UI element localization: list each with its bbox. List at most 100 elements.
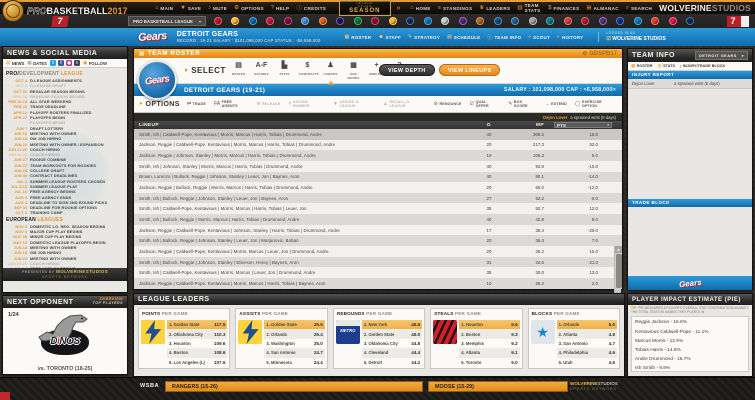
menu-item[interactable]: ?HELP (271, 4, 290, 12)
follow-button[interactable]: ▣FOLLOW (83, 60, 107, 66)
team-logo-icon[interactable] (686, 17, 694, 25)
calendar-event[interactable]: JUN 27ROOKIE COMBINE (6, 157, 124, 162)
pie-player[interactable]: Kentavious Caldwell-Pope - 11.1% (635, 328, 745, 337)
team-nav-item[interactable]: ⓘTEAM INFO (487, 34, 521, 41)
lineup-row[interactable]: Jackson, Reggie | Caldwell-Pope, Kentavi… (134, 246, 622, 257)
team-info-team-dropdown[interactable]: DETROIT GEARS▾ (695, 51, 748, 60)
roster-option[interactable]: #ASSIGN NUMBER (288, 100, 325, 108)
leader-row[interactable]: 3. San Antonio4.7 (557, 339, 617, 348)
menu-item[interactable]: ▤ALMANAC (586, 3, 619, 13)
lineup-row[interactable]: Smith, Ish | Bullock, Reggie | Johnson, … (134, 193, 622, 204)
injury-row[interactable]: Dejon Lovera sprained wrist (8 days) (628, 79, 752, 89)
roster-option[interactable]: ▲RECALL D-LEAGUE (383, 100, 426, 108)
tab-dates[interactable]: ▦DATES (27, 60, 47, 66)
leader-row[interactable]: 5. Minnesota24.4 (264, 358, 324, 367)
team-logo-icon[interactable] (529, 17, 537, 25)
menu-item[interactable]: ⓘCREDITS (296, 4, 326, 12)
roster-option[interactable]: ◯EXERCISE OPTION (575, 100, 617, 108)
team-logo-icon[interactable] (476, 17, 484, 25)
menu-item[interactable]: ≡STANDINGS (438, 3, 473, 13)
team-info-tab-injury-trade-block[interactable]: !INJURY/TRADE BLOCK (680, 64, 725, 69)
lineup-row[interactable]: Jackson, Reggie | Caldwell-Pope, Kentavi… (134, 278, 622, 289)
team-logo-icon[interactable] (494, 17, 502, 25)
roster-option[interactable]: ▼ASSIGN D-LEAGUE (333, 100, 375, 108)
leader-row[interactable]: 1. Golden State117.5 (167, 320, 227, 329)
lineup-row[interactable]: Jackson, Reggie | Caldwell-Pope, Kentavi… (134, 225, 622, 236)
team-nav-item[interactable]: ☻STAFF (378, 34, 401, 41)
lineup-row[interactable]: Smith, Ish | Caldwell-Pope, Kentavious |… (134, 267, 622, 278)
leader-row[interactable]: 2. Golden State46.0 (362, 329, 422, 338)
team-logo-icon[interactable] (214, 17, 222, 25)
leader-row[interactable]: 4. San Antonio24.7 (264, 348, 324, 357)
team-logo-icon[interactable] (511, 17, 519, 25)
leader-row[interactable]: 4. Boston108.6 (167, 348, 227, 357)
leader-row[interactable]: 5. Toronto9.0 (459, 358, 519, 367)
pts-column-dropdown[interactable]: PTS▾ (554, 122, 612, 128)
pie-player[interactable]: Tobias Harris - 14.8% (635, 346, 745, 355)
calendar-event[interactable]: JUN 26-28COACH HIRING (6, 152, 124, 157)
team-logo-icon[interactable] (336, 17, 344, 25)
leader-row[interactable]: 2. Atlanta4.9 (557, 329, 617, 338)
view-depth-button[interactable]: VIEW DEPTH (379, 64, 435, 76)
leader-row[interactable]: 3. Washington25.0 (264, 339, 324, 348)
leader-row[interactable]: 2. Oklahoma City110.3 (167, 329, 227, 338)
team-logo-icon[interactable] (266, 17, 274, 25)
lineup-row[interactable]: Brown, Lorenzo | Bullock, Reggie | Johns… (134, 172, 622, 183)
leader-row[interactable]: 1. Golden State25.5 (264, 320, 324, 329)
menu-item[interactable]: ▼SAVE (180, 4, 201, 12)
team-logo-icon[interactable] (284, 17, 292, 25)
leader-row[interactable]: 1. New York46.6 (362, 320, 422, 329)
lineup-row[interactable]: Smith, Ish | Bullock, Reggie | Johnson, … (134, 235, 622, 246)
leader-row[interactable]: 5. Utah4.6 (557, 358, 617, 367)
leader-row[interactable]: 5. Los Angeles (L)107.6 (167, 358, 227, 367)
team-logo-icon[interactable] (424, 17, 432, 25)
leader-row[interactable]: 4. Philadelphia4.6 (557, 348, 617, 357)
team-nav-item[interactable]: ⌕SCOUT (528, 34, 550, 41)
team-logo-icon[interactable] (616, 17, 624, 25)
view-select-item[interactable]: ▙STATS (276, 61, 293, 80)
affiliate-rangers-button[interactable]: RANGERS (15-26) (165, 381, 423, 392)
team-logo-icon[interactable] (371, 17, 379, 25)
leader-row[interactable]: 3. Houston109.6 (167, 339, 227, 348)
menu-item[interactable]: ▥TEAM STATS (517, 3, 541, 13)
team-nav-item[interactable]: ◐HISTORY (557, 34, 583, 41)
view-select-item[interactable]: ▦SUB MATRIX (345, 61, 362, 80)
team-logo-icon[interactable] (459, 17, 467, 25)
team-logo-icon[interactable] (599, 17, 607, 25)
calendar-event[interactable]: JUN 28COLLEGE DRAFT (6, 168, 124, 173)
leader-row[interactable]: 4. Cleveland44.4 (362, 348, 422, 357)
lineup-row[interactable]: Smith, Ish | Caldwell-Pope, Kentavious |… (134, 129, 622, 140)
team-logo-icon[interactable] (564, 17, 572, 25)
view-lineups-button[interactable]: VIEW LINEUPS (439, 64, 500, 76)
team-nav-item[interactable]: ▤SCHEDULE (447, 34, 480, 41)
roster-option[interactable]: ⊗RELEASE (256, 100, 280, 108)
roster-option[interactable]: ⊘RENOUNCE (434, 100, 462, 108)
facebook-icon[interactable]: f (58, 60, 64, 66)
lineup-row[interactable]: Smith, Ish | Bullock, Reggie | Johnson, … (134, 257, 622, 268)
leader-row[interactable]: 1. Houston9.6 (459, 320, 519, 329)
team-logo-icon[interactable] (651, 17, 659, 25)
team-logo-icon[interactable] (319, 17, 327, 25)
leader-row[interactable]: 5. Detroit44.2 (362, 358, 422, 367)
leader-row[interactable]: 2. Boston9.3 (459, 329, 519, 338)
menu-item[interactable]: $FINANCES (548, 3, 579, 13)
instagram-icon[interactable]: ◉ (66, 60, 72, 66)
tab-news[interactable]: ▤NEWS (6, 60, 24, 66)
lineup-row[interactable]: Jackson, Reggie | Bullock, Reggie | Morr… (134, 182, 622, 193)
scrollbar-thumb[interactable] (616, 254, 622, 288)
roster-option[interactable]: →EXTEND (545, 100, 567, 108)
team-logo-icon[interactable] (354, 17, 362, 25)
lineup-row[interactable]: Jackson, Reggie | Johnson, Stanley | Mor… (134, 150, 622, 161)
league-stage-widget[interactable]: LEAGUE STAGE SEASON (339, 0, 390, 16)
team-nav-item[interactable]: ✎STRATEGY (408, 34, 440, 41)
scroll-up-arrow[interactable]: ▲ (615, 246, 622, 253)
roster-option[interactable]: FAFREE AGENTS (214, 100, 248, 108)
view-select-item[interactable]: A-FRATINGS (253, 61, 270, 80)
affiliate-moose-button[interactable]: MOOSE (15-29) (428, 381, 568, 392)
calendar-event[interactable]: JUL 2SUMMER LEAGUE ROSTERS CHOSEN (6, 179, 124, 184)
calendar-event[interactable]: JUN 30CONTRACT DEADLINES (6, 173, 124, 178)
team-logo-icon[interactable] (581, 17, 589, 25)
team-logo-icon[interactable] (249, 17, 257, 25)
view-select-item[interactable]: ▤ROSTER (230, 61, 247, 80)
twitter-icon[interactable]: t (50, 60, 56, 66)
